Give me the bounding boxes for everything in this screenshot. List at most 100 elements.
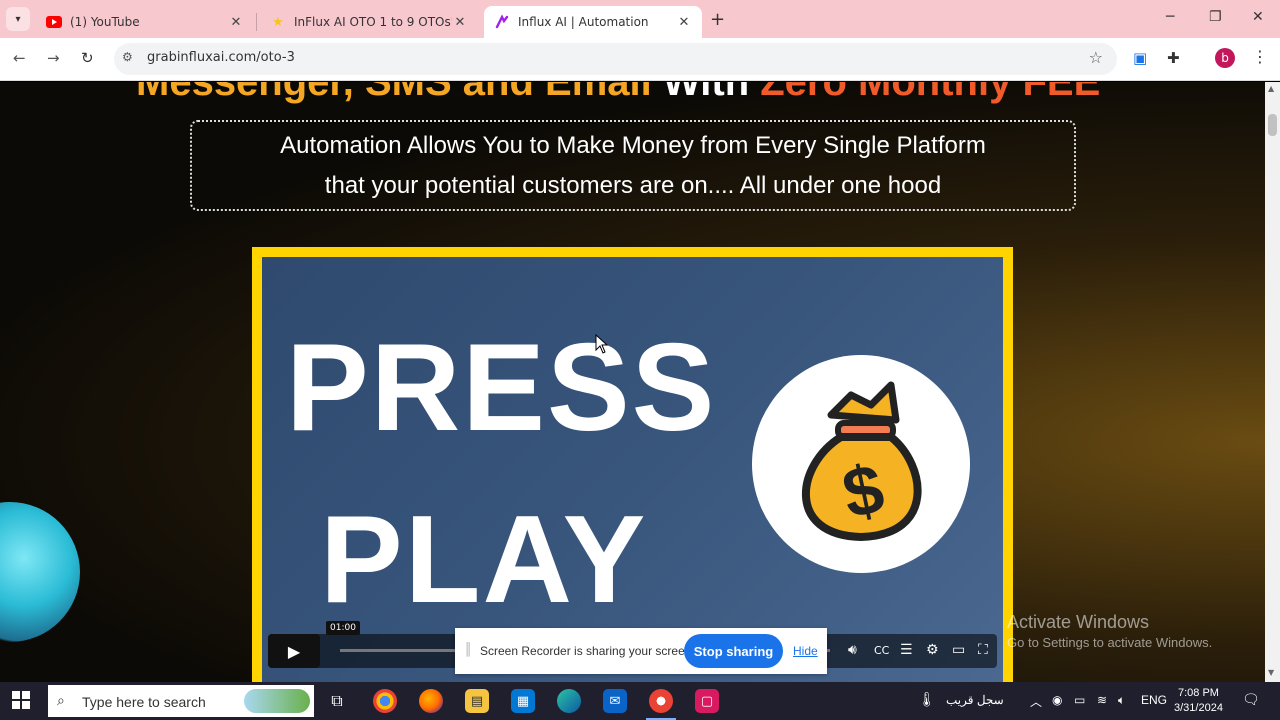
captions-icon[interactable]: CC (874, 644, 889, 657)
tab-title: InFlux AI OTO 1 to 9 OTOs' Link (294, 15, 452, 29)
tab-search-button[interactable]: ▾ (6, 7, 30, 31)
star-icon: ★ (272, 14, 284, 30)
page-scrollbar[interactable]: ▲ ▼ (1265, 82, 1280, 682)
tab-strip: ▾ (1) YouTube ✕ ★ InFlux AI OTO 1 to 9 O… (0, 0, 1280, 38)
chrome-profile-icon[interactable] (649, 689, 673, 713)
back-button[interactable]: ← (13, 49, 26, 67)
tab-separator (256, 13, 257, 31)
play-button[interactable]: ▶ (268, 634, 320, 668)
language-indicator[interactable]: ENG (1141, 693, 1167, 707)
share-message: Screen Recorder is sharing your screen. (480, 644, 695, 658)
minimize-icon: ─ (1166, 9, 1175, 25)
windows-start-icon[interactable] (12, 691, 30, 714)
weather-text[interactable]: سجل قريب (946, 693, 1004, 707)
settings-gear-icon[interactable]: ⚙ (926, 642, 939, 658)
clock[interactable]: 7:08 PM 3/31/2024 (1174, 686, 1223, 716)
close-icon[interactable]: ✕ (676, 15, 692, 30)
edge-icon[interactable] (557, 689, 581, 713)
activate-windows-watermark: Activate Windows Go to Settings to activ… (1007, 612, 1212, 650)
reload-button[interactable]: ↻ (81, 49, 94, 67)
youtube-icon (46, 14, 62, 30)
tab-title: Influx AI | Automation (518, 15, 649, 29)
url-text: grabinfluxai.com/oto-3 (147, 50, 295, 65)
reload-icon: ↻ (81, 49, 94, 67)
money-bag-icon: $ (752, 355, 970, 573)
decorative-glow (0, 502, 80, 642)
chevron-up-icon[interactable]: ︿ (1030, 693, 1042, 710)
menu-icon[interactable]: ⋮ (1252, 47, 1268, 66)
callout-line-2: that your potential customers are on....… (324, 172, 942, 199)
search-highlight-image (244, 689, 310, 713)
battery-icon[interactable]: ▭ (1074, 693, 1085, 707)
scroll-down-icon[interactable]: ▼ (1268, 668, 1274, 677)
cast-icon[interactable]: ▣ (1133, 49, 1147, 67)
clock-date: 3/31/2024 (1174, 702, 1223, 714)
close-icon[interactable]: ✕ (228, 15, 244, 30)
address-bar[interactable]: ⚙ grabinfluxai.com/oto-3 ☆ (114, 43, 1117, 75)
drag-handle-icon[interactable]: ║ (464, 642, 473, 656)
scroll-thumb[interactable] (1268, 114, 1277, 136)
stop-sharing-button[interactable]: Stop sharing (684, 634, 783, 668)
video-press-text: PRESS (286, 319, 717, 457)
browser-toolbar: ← → ↻ ⚙ grabinfluxai.com/oto-3 ☆ ▣ ✚ b ⋮ (0, 38, 1280, 81)
plus-icon: + (710, 9, 726, 30)
firefox-icon[interactable] (419, 689, 443, 713)
watermark-line-2: Go to Settings to activate Windows. (1007, 635, 1213, 650)
screen-recorder-icon[interactable]: ▢ (695, 689, 719, 713)
search-icon: ⌕ (57, 693, 65, 709)
close-window-button[interactable]: ✕ (1252, 9, 1264, 25)
avatar-initial: b (1221, 51, 1229, 65)
task-view-icon[interactable]: ⧉ (325, 689, 349, 713)
scroll-up-icon[interactable]: ▲ (1268, 84, 1274, 93)
bookmark-star-icon[interactable]: ☆ (1089, 48, 1103, 67)
chapters-icon[interactable]: ☰ (900, 642, 913, 658)
restore-icon: ❐ (1209, 9, 1222, 25)
headline-part-1: Messenger, SMS and Email (136, 82, 652, 104)
file-explorer-icon[interactable]: ▤ (465, 689, 489, 713)
page-viewport: Messenger, SMS and Email With Zero Month… (0, 82, 1265, 682)
close-icon: ✕ (1252, 9, 1264, 25)
minimize-button[interactable]: ─ (1166, 9, 1174, 25)
arrow-left-icon: ← (13, 49, 26, 67)
video-player[interactable]: PRESS PLAY $ ▶ 01:00 🔊︎ CC ☰ ⚙ ▭ ⛶ (252, 247, 1013, 682)
tab-influx-oto[interactable]: ★ InFlux AI OTO 1 to 9 OTOs' Link ✕ (260, 6, 478, 38)
tab-youtube[interactable]: (1) YouTube ✕ (36, 6, 254, 38)
new-tab-button[interactable]: + (710, 9, 725, 30)
callout-line-1: Automation Allows You to Make Money from… (280, 132, 986, 159)
speaker-icon[interactable]: 🔈︎ (1118, 693, 1125, 708)
tab-title: (1) YouTube (70, 15, 140, 29)
arrow-right-icon: → (47, 49, 60, 67)
extensions-icon[interactable]: ✚ (1167, 49, 1180, 67)
screen-share-bar: ║ Screen Recorder is sharing your screen… (455, 628, 827, 674)
notification-icon[interactable]: 🗨︎ (1242, 692, 1260, 708)
callout-box: Automation Allows You to Make Money from… (190, 120, 1076, 211)
time-badge: 01:00 (326, 621, 360, 635)
thermometer-icon[interactable]: 🌡︎ (918, 691, 936, 708)
headline-part-3: Zero Monthly FEE (760, 82, 1101, 104)
forward-button[interactable]: → (47, 49, 60, 67)
video-thumbnail[interactable]: PRESS PLAY $ ▶ 01:00 🔊︎ CC ☰ ⚙ ▭ ⛶ (262, 257, 1003, 682)
wifi-icon[interactable]: ≋ (1097, 693, 1107, 707)
meet-now-icon[interactable]: ◉ (1052, 693, 1062, 707)
volume-icon[interactable]: 🔊︎ (848, 642, 857, 658)
restore-button[interactable]: ❐ (1209, 9, 1222, 25)
avatar[interactable]: b (1215, 48, 1235, 68)
taskbar: ⌕ Type here to search ⧉ ▤ ▦ ✉ ▢ 🌡︎ سجل ق… (0, 682, 1280, 720)
mail-icon[interactable]: ✉ (603, 689, 627, 713)
site-settings-icon[interactable]: ⚙ (122, 50, 133, 64)
influx-logo-icon (494, 14, 510, 30)
clock-time: 7:08 PM (1177, 687, 1219, 699)
hide-link[interactable]: Hide (793, 644, 818, 658)
store-icon[interactable]: ▦ (511, 689, 535, 713)
watermark-line-1: Activate Windows (1007, 612, 1150, 632)
headline: Messenger, SMS and Email With Zero Month… (136, 82, 1100, 105)
chrome-icon[interactable] (373, 689, 397, 713)
headline-part-2: With (651, 82, 761, 104)
fullscreen-icon[interactable]: ⛶ (978, 642, 988, 658)
chevron-down-icon: ▾ (15, 13, 21, 25)
video-play-text: PLAY (320, 491, 648, 629)
taskbar-search[interactable]: ⌕ Type here to search (48, 685, 314, 717)
tab-influx-automation[interactable]: Influx AI | Automation ✕ (484, 6, 702, 38)
picture-in-picture-icon[interactable]: ▭ (952, 642, 965, 658)
close-icon[interactable]: ✕ (452, 15, 468, 30)
